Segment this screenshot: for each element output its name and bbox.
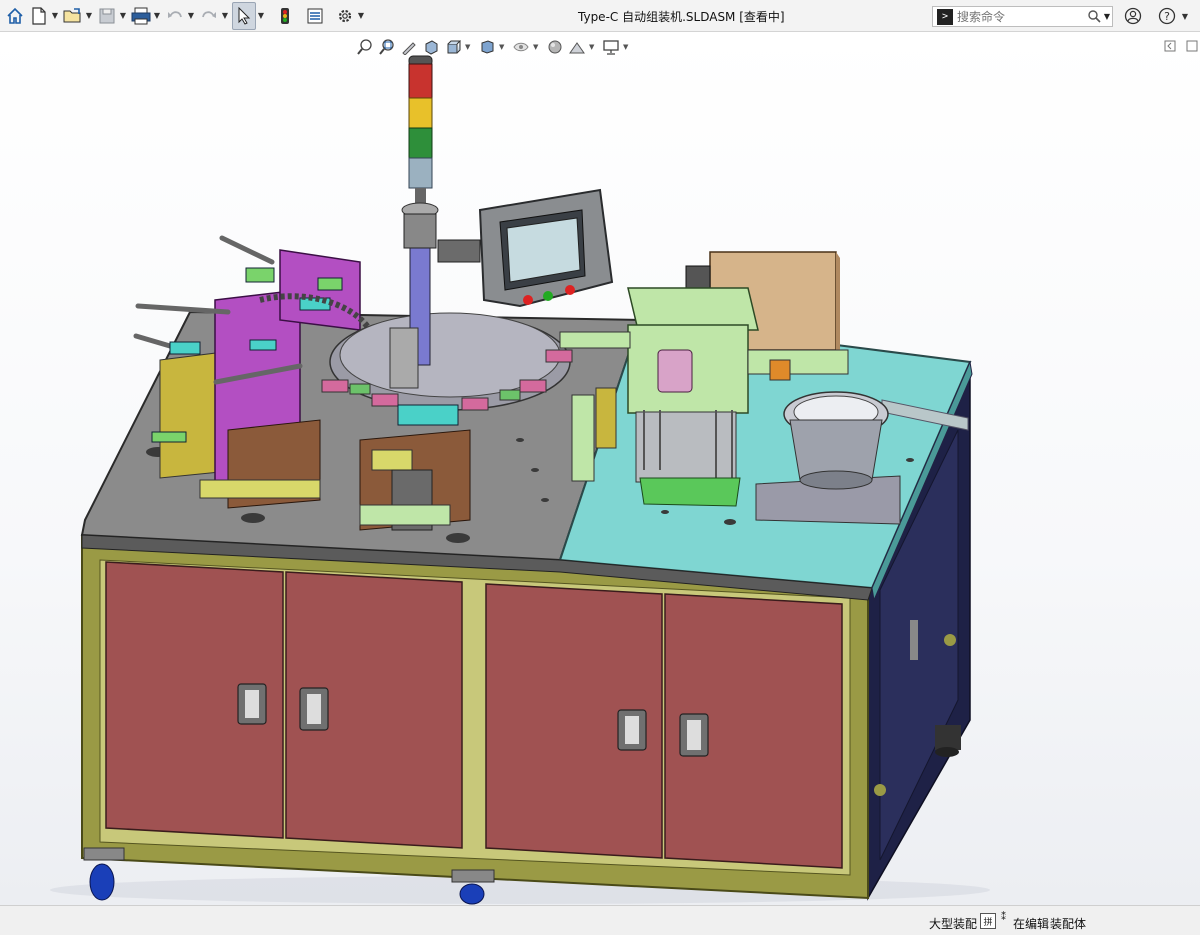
print-icon[interactable] [130,2,152,30]
open-icon[interactable] [62,2,84,30]
svg-text:?: ? [1164,10,1170,23]
select-icon[interactable] [232,1,256,30]
edit-appearance-icon[interactable] [545,37,565,57]
select-dropdown-icon[interactable]: ▼ [256,2,266,30]
search-input[interactable] [957,9,1086,24]
apply-scene-icon[interactable] [567,37,587,57]
view-orientation-dropdown-icon[interactable]: ▼ [465,43,473,51]
save-dropdown-icon[interactable]: ▼ [118,2,128,30]
view-settings-icon[interactable] [601,37,621,57]
view-settings-dropdown-icon[interactable]: ▼ [623,43,631,51]
help-icon[interactable]: ? [1157,6,1177,26]
window-title: Type-C 自动组装机.SLDASM [查看中] [578,10,785,24]
undo-icon[interactable] [164,2,186,30]
graphics-area[interactable] [0,33,1200,905]
display-style-icon[interactable] [477,37,497,57]
view-orientation-icon[interactable] [443,37,463,57]
command-search[interactable]: > ▼ [932,6,1113,27]
assembly-model [50,55,990,905]
main-toolbar: ▼ ▼ ▼ ▼ ▼ ▼ ▼ ▼ Type-C 自动组装机.SLDASM [查看中… [0,0,1200,32]
save-icon[interactable] [96,2,118,30]
display-style-dropdown-icon[interactable]: ▼ [499,43,507,51]
collapse-panel-icon[interactable] [1164,40,1178,54]
status-box-indicator[interactable]: 拼 [980,913,996,929]
options-dropdown-icon[interactable]: ▼ [356,2,366,30]
hide-show-icon[interactable] [511,37,531,57]
help-dropdown-icon[interactable]: ▼ [1180,2,1190,30]
undo-dropdown-icon[interactable]: ▼ [186,2,196,30]
editing-status-label: 在编辑 [1013,917,1050,931]
maximize-panel-icon[interactable] [1186,40,1200,54]
zoom-to-fit-icon[interactable] [355,37,375,57]
command-prompt-icon: > [937,8,953,25]
document-type-label: 装配体 [1050,917,1087,931]
hide-show-dropdown-icon[interactable]: ▼ [533,43,541,51]
traffic-light-icon[interactable] [274,2,296,30]
heads-up-view-toolbar: ▼ ▼ ▼ ▼ ▼ [355,36,635,58]
status-bar: 大型装配 拼 ⁑ 在编辑 装配体 [0,905,1200,935]
home-icon[interactable] [4,2,26,30]
apply-scene-dropdown-icon[interactable]: ▼ [589,43,597,51]
section-view-icon[interactable] [421,37,441,57]
large-assembly-mode-label: 大型装配 [929,917,978,931]
user-account-icon[interactable] [1123,6,1143,26]
search-icon[interactable] [1086,10,1102,23]
new-dropdown-icon[interactable]: ▼ [50,2,60,30]
new-document-icon[interactable] [28,2,50,30]
options-gear-icon[interactable] [334,2,356,30]
search-dropdown-icon[interactable]: ▼ [1102,12,1112,21]
zoom-to-area-icon[interactable] [377,37,397,57]
rebuild-indicator-icon: ⁑ [1001,912,1006,923]
redo-icon[interactable] [198,2,220,30]
print-dropdown-icon[interactable]: ▼ [152,2,162,30]
file-properties-icon[interactable] [304,2,326,30]
redo-dropdown-icon[interactable]: ▼ [220,2,230,30]
open-dropdown-icon[interactable]: ▼ [84,2,94,30]
previous-view-icon[interactable] [399,37,419,57]
